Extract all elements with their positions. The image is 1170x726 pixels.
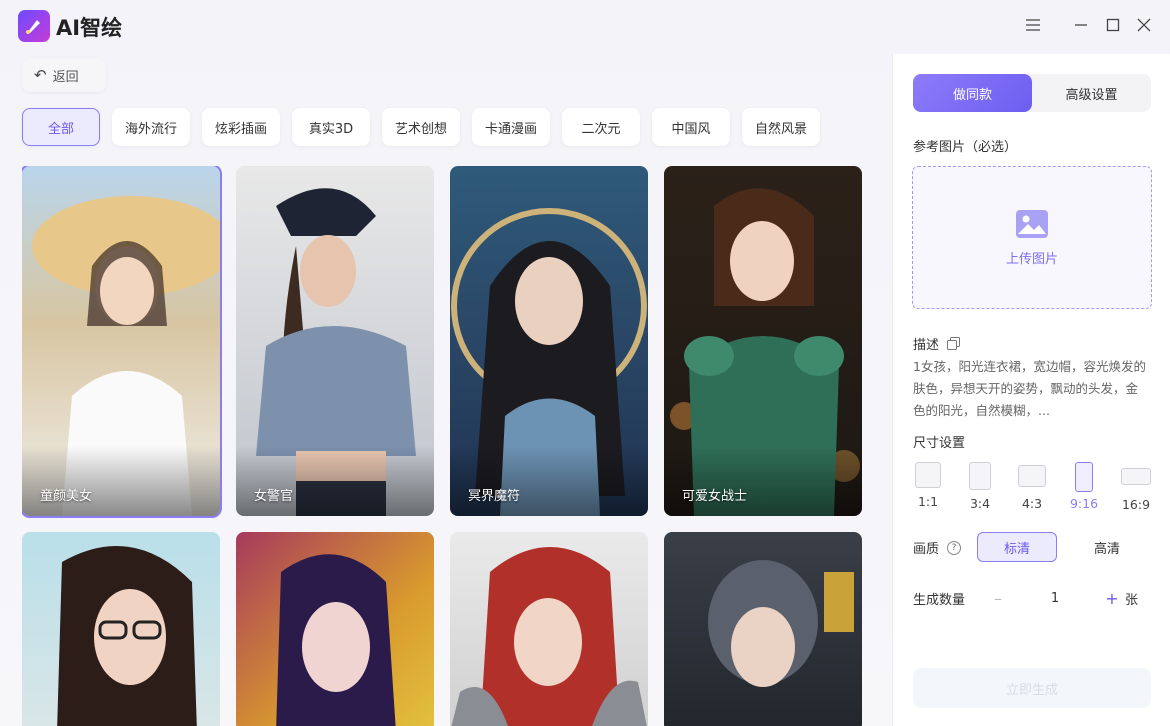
size-options: 1:1 3:4 4:3 9:16 16:9 [913,462,1153,518]
tab-overseas[interactable]: 海外流行 [112,108,190,146]
description-text: 1女孩，阳光连衣裙，宽边帽，容光焕发的肤色，异想天开的姿势，飘动的头发，金色的阳… [913,359,1146,418]
title-bar: AI智绘 [0,0,1170,54]
tab-nature[interactable]: 自然风景 [742,108,820,146]
quality-hd-button[interactable]: 高清 [1067,532,1147,562]
minimize-icon[interactable] [1070,14,1092,36]
template-title: 冥界魔符 [468,489,521,504]
size-label: 尺寸设置 [913,436,966,451]
app-window: AI智绘 ↶ 返回 全部 海外流行 炫彩插画 真实3D 艺术创想 卡通漫画 二次… [0,0,1170,726]
quality-header: 画质 ? [913,538,962,557]
size-option-4-3[interactable]: 4:3 [1015,462,1049,511]
upload-label: 上传图片 [1005,252,1058,267]
template-card[interactable]: 童颜美女 [22,166,222,518]
tab-make-same[interactable]: 做同款 [913,74,1032,112]
decrement-button[interactable]: – [985,589,1011,608]
template-card[interactable]: 可爱女战士 [664,166,862,516]
template-card[interactable]: 冥界魔符 [450,166,648,516]
template-card[interactable] [22,532,220,726]
template-gallery: 童颜美女 女警官 冥界魔符 可爱女战士 [22,166,872,726]
size-option-3-4[interactable]: 3:4 [965,462,995,511]
image-upload-icon [1016,210,1048,238]
back-arrow-icon: ↶ [34,66,47,84]
template-card[interactable]: 女警官 [236,166,434,516]
description-header: 描述 [913,334,961,353]
template-title: 童颜美女 [40,489,93,504]
template-card[interactable] [236,532,434,726]
quality-label: 画质 [913,542,940,557]
tab-3d[interactable]: 真实3D [292,108,370,146]
maximize-icon[interactable] [1102,14,1124,36]
tab-anime[interactable]: 二次元 [562,108,640,146]
tab-illustration[interactable]: 炫彩插画 [202,108,280,146]
menu-icon[interactable] [1022,14,1044,36]
size-option-1-1[interactable]: 1:1 [913,462,943,509]
back-label: 返回 [52,69,79,85]
tab-advanced-settings[interactable]: 高级设置 [1032,74,1151,112]
upload-dropzone[interactable]: 上传图片 [912,166,1152,309]
template-title: 女警官 [254,489,294,504]
tab-chinese[interactable]: 中国风 [652,108,730,146]
tab-all[interactable]: 全部 [22,108,100,146]
category-tabs: 全部 海外流行 炫彩插画 真实3D 艺术创想 卡通漫画 二次元 中国风 自然风景 [22,108,832,148]
template-title: 可爱女战士 [682,489,748,504]
help-icon[interactable]: ? [947,540,962,555]
panel-tabs: 做同款 高级设置 [913,74,1151,112]
settings-panel: 做同款 高级设置 参考图片（必选） 上传图片 描述 1女孩，阳光连衣裙，宽边帽，… [892,54,1170,726]
size-option-9-16[interactable]: 9:16 [1069,462,1099,511]
tab-art[interactable]: 艺术创想 [382,108,460,146]
tab-cartoon[interactable]: 卡通漫画 [472,108,550,146]
close-icon[interactable] [1133,14,1155,36]
description-label: 描述 [913,338,940,353]
count-label: 生成数量 [913,593,966,608]
app-logo-icon [18,10,50,42]
quality-standard-button[interactable]: 标清 [977,532,1057,562]
template-card[interactable] [450,532,648,726]
count-unit: 张 [1125,593,1139,608]
count-value[interactable]: 1 [1011,591,1099,606]
template-card[interactable] [664,532,862,726]
increment-button[interactable]: + [1099,589,1125,608]
size-option-16-9[interactable]: 16:9 [1119,462,1153,512]
reference-label: 参考图片（必选） [913,140,1018,155]
count-stepper: – 1 + [985,584,1125,612]
back-button[interactable]: ↶ 返回 [22,58,106,92]
copy-icon[interactable] [947,337,961,350]
app-title: AI智绘 [56,16,123,40]
generate-button[interactable]: 立即生成 [913,668,1151,708]
